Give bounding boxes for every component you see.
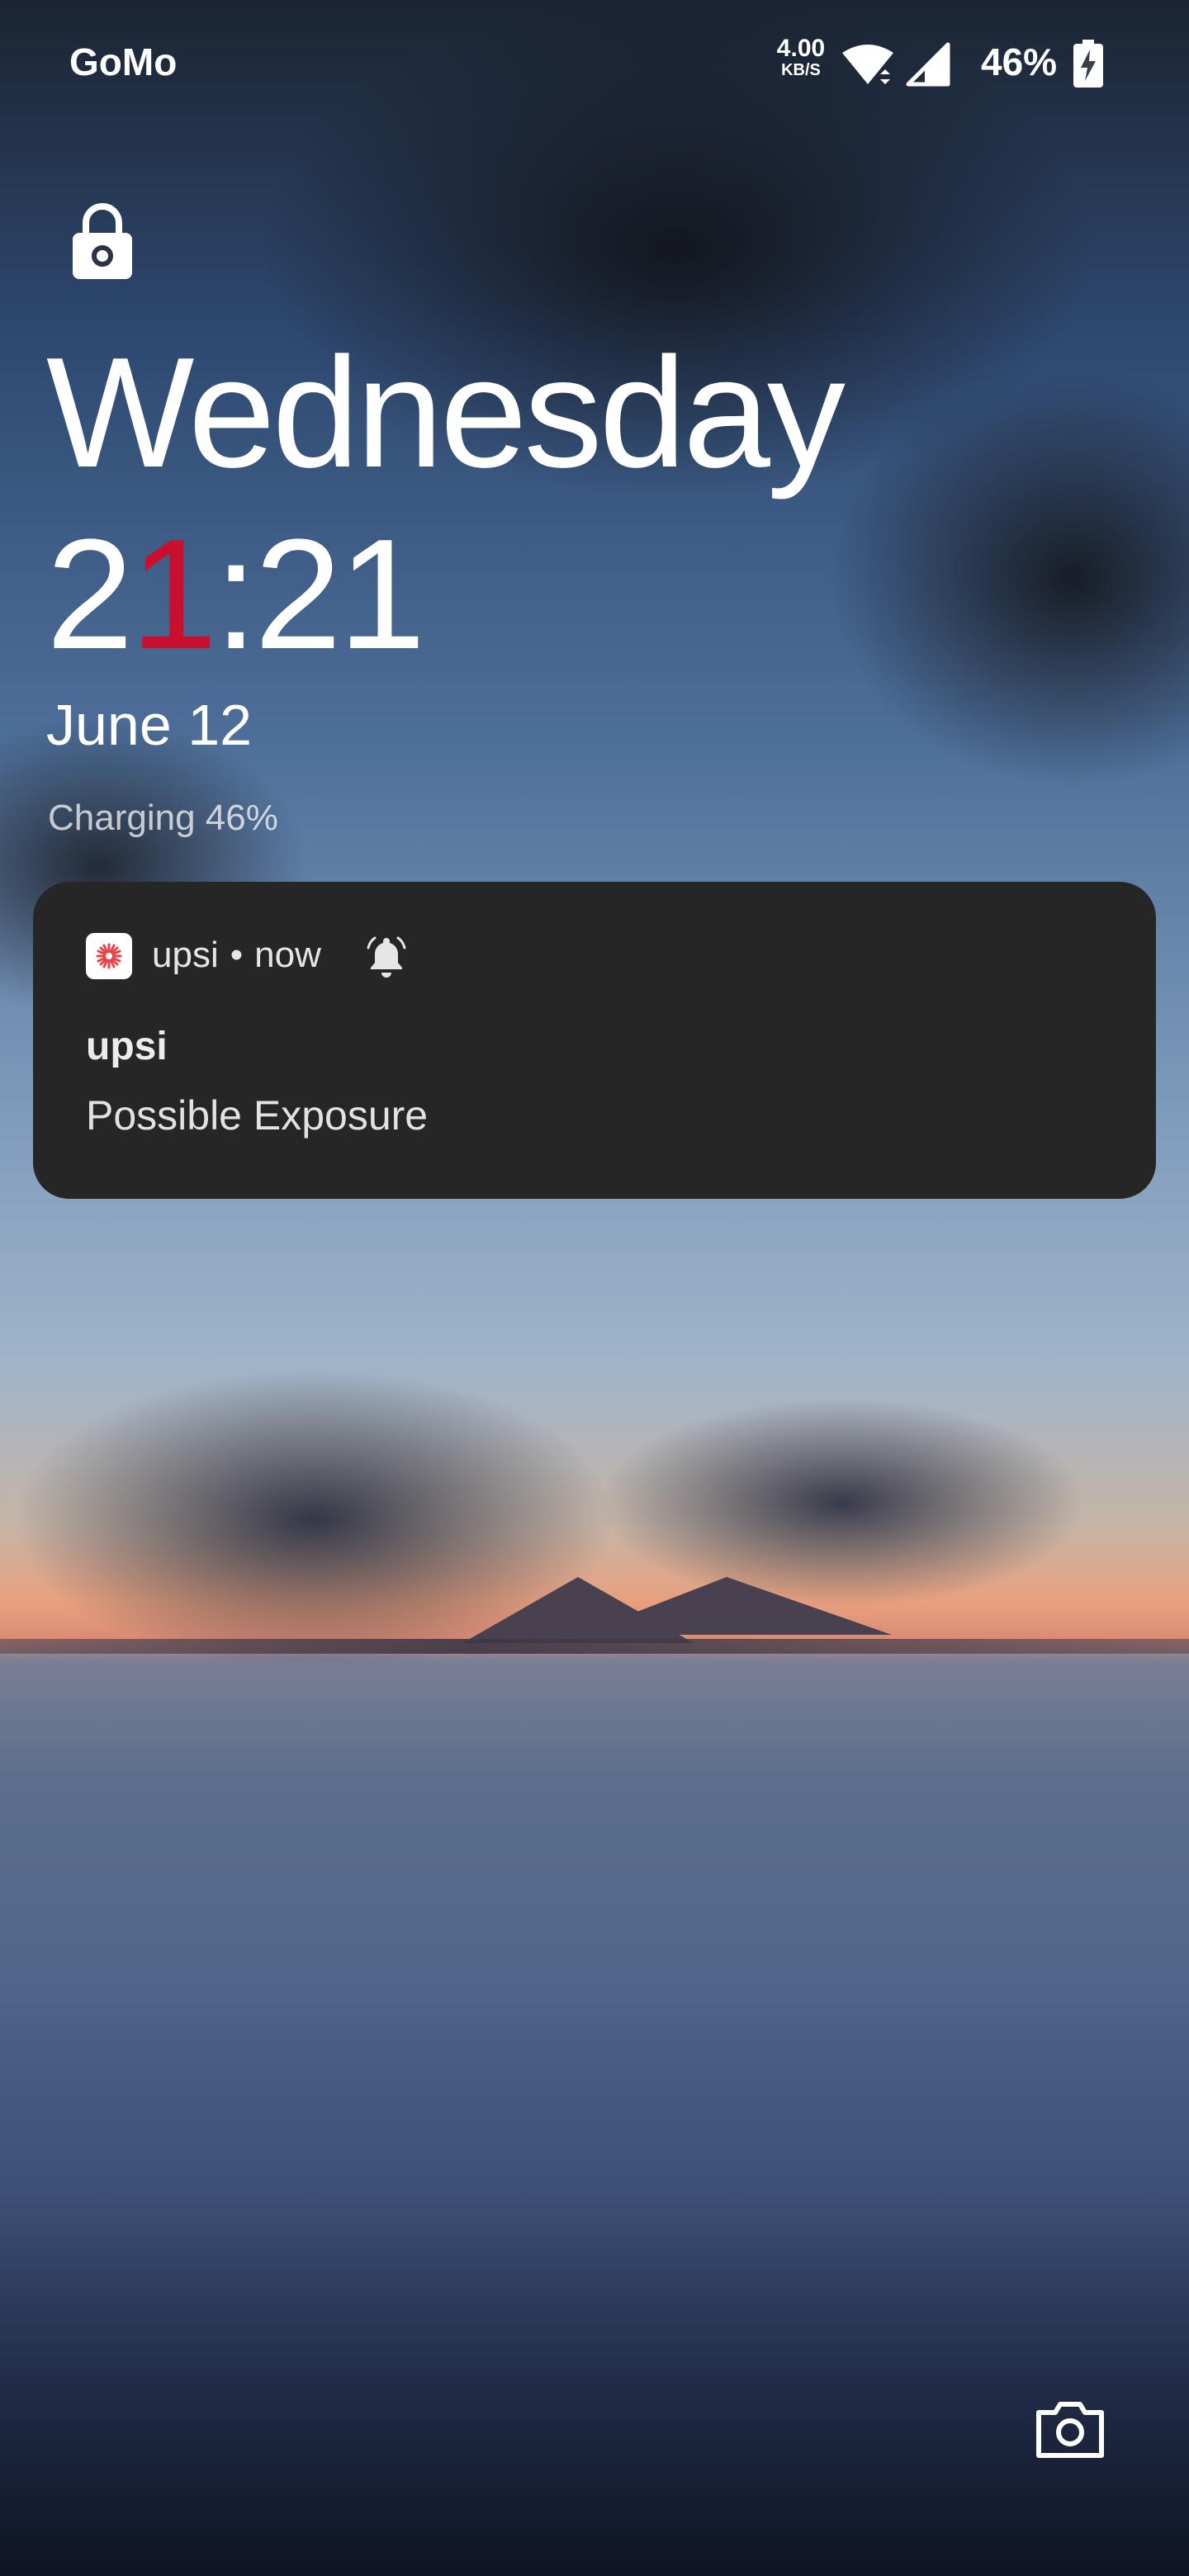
horizon [0, 1639, 1189, 1654]
notification-separator: • [230, 935, 244, 975]
battery-percent: 46% [981, 40, 1058, 83]
notification-time: now [254, 935, 321, 975]
clock-digit-accent: 1 [130, 507, 218, 682]
charging-status: Charging 46% [48, 798, 278, 838]
clock-minutes: :21 [214, 507, 425, 682]
battery-charging-icon [1073, 40, 1103, 88]
camera-icon[interactable] [1034, 2394, 1106, 2460]
network-speed-unit: KB/S [781, 61, 821, 79]
status-bar: GoMo 4.00 KB/S 46% [0, 33, 1189, 92]
notification-app-name: upsi [152, 935, 219, 975]
clock-digit: 2 [46, 507, 134, 682]
lockscreen-day: Wednesday [46, 325, 846, 500]
carrier-name: GoMo [69, 40, 178, 83]
signal-icon [906, 42, 950, 87]
wifi-icon [842, 45, 893, 84]
notification-header: upsi • now [152, 935, 333, 976]
notification-title: upsi [86, 1025, 168, 1068]
lock-icon[interactable] [71, 201, 134, 281]
network-speed: 4.00 KB/S [768, 35, 834, 81]
notification-card[interactable]: upsi • now upsi Possible Exposure [33, 882, 1156, 1199]
island-silhouette [578, 1577, 892, 1635]
bell-icon [367, 936, 406, 978]
lockscreen-clock: 21:21 [46, 512, 425, 677]
notification-text: Possible Exposure [86, 1092, 429, 1139]
app-icon [86, 933, 132, 979]
lockscreen-date: June 12 [46, 693, 253, 757]
network-speed-value: 4.00 [776, 35, 826, 62]
